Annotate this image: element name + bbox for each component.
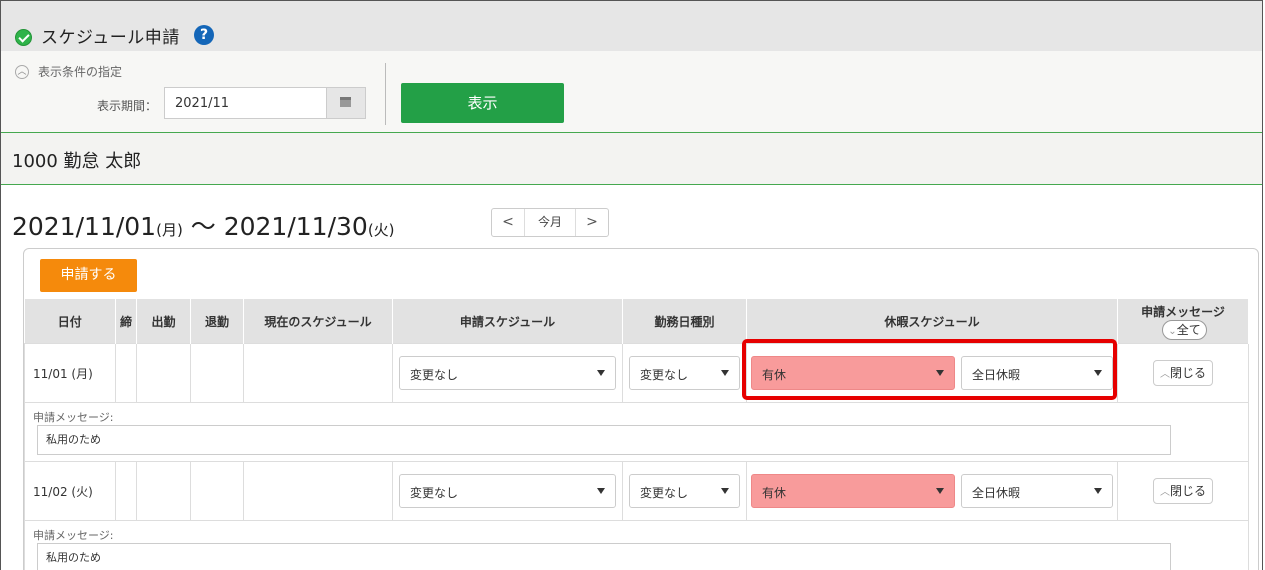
requested-schedule-select[interactable]: 変更なし bbox=[399, 474, 616, 508]
month-navigation: < 今月 > bbox=[491, 208, 609, 237]
leave-type-select[interactable]: 有休 bbox=[751, 474, 955, 508]
row-current-schedule-cell bbox=[243, 343, 393, 403]
close-message-button[interactable]: ︿閉じる bbox=[1152, 478, 1213, 504]
row-clock-in-cell bbox=[136, 461, 191, 521]
table-row: 11/02 (火) 変更なし 変更なし 有休 全日休暇 ︿閉じる bbox=[24, 461, 1249, 521]
row-date: 11/01 (月) bbox=[24, 343, 116, 403]
message-cell: 申請メッセージ:私用のため bbox=[24, 402, 1249, 462]
filter-panel: ︿ 表示条件の指定 表示期間： 2021/11 表示 bbox=[1, 51, 1262, 133]
dropdown-arrow-icon bbox=[936, 488, 944, 494]
row-message-cell: ︿閉じる bbox=[1117, 343, 1249, 403]
row-current-schedule-cell bbox=[243, 461, 393, 521]
col-date: 日付 bbox=[24, 299, 116, 344]
current-month-button[interactable]: 今月 bbox=[524, 209, 576, 236]
requested-schedule-value: 変更なし bbox=[410, 486, 459, 500]
col-requested-schedule: 申請スケジュール bbox=[392, 299, 623, 344]
col-message-label: 申請メッセージ bbox=[1141, 304, 1225, 319]
filter-toggle-label[interactable]: 表示条件の指定 bbox=[38, 63, 122, 80]
range-separator: 〜 bbox=[182, 212, 224, 241]
divider bbox=[385, 63, 386, 125]
row-clock-out-cell bbox=[190, 461, 244, 521]
day-type-value: 変更なし bbox=[640, 486, 689, 500]
calendar-button[interactable] bbox=[326, 88, 365, 118]
leave-span-select[interactable]: 全日休暇 bbox=[961, 474, 1113, 508]
employee-name: 1000 勤怠 太郎 bbox=[12, 151, 142, 172]
dropdown-arrow-icon bbox=[597, 370, 605, 376]
message-label: 申請メッセージ: bbox=[33, 411, 114, 424]
row-requested-cell: 変更なし bbox=[392, 461, 623, 521]
highlight-annotation-box bbox=[742, 339, 1117, 400]
range-end: 2021/11/30 bbox=[223, 212, 368, 241]
row-date: 11/02 (火) bbox=[24, 461, 116, 521]
period-label: 表示期間： bbox=[97, 99, 158, 113]
dropdown-arrow-icon bbox=[721, 370, 729, 376]
message-label: 申請メッセージ: bbox=[33, 529, 114, 542]
calendar-icon bbox=[340, 97, 351, 107]
schedule-panel: 申請する 日付 締 出勤 退勤 現在のスケジュール 申請スケジュール 勤務日種別… bbox=[23, 248, 1259, 570]
row-close-cell bbox=[115, 343, 137, 403]
message-cell: 申請メッセージ:私用のため bbox=[24, 520, 1249, 570]
col-leave-schedule: 休暇スケジュール bbox=[746, 299, 1118, 344]
expand-all-label: 全て bbox=[1176, 322, 1201, 337]
chevron-up-icon[interactable]: ︿ bbox=[15, 65, 29, 79]
title-bar: スケジュール申請 ? bbox=[1, 1, 1262, 51]
row-clock-out-cell bbox=[190, 343, 244, 403]
requested-schedule-value: 変更なし bbox=[410, 368, 459, 382]
day-type-select[interactable]: 変更なし bbox=[629, 356, 740, 390]
row-clock-in-cell bbox=[136, 343, 191, 403]
message-row: 申請メッセージ:私用のため bbox=[24, 520, 1249, 570]
row-message-cell: ︿閉じる bbox=[1117, 461, 1249, 521]
date-range-title: 2021/11/01(月) 〜 2021/11/30(火) bbox=[12, 207, 395, 243]
row-day-type-cell: 変更なし bbox=[622, 343, 747, 403]
close-message-button[interactable]: ︿閉じる bbox=[1152, 360, 1213, 386]
row-requested-cell: 変更なし bbox=[392, 343, 623, 403]
leave-type-value: 有休 bbox=[762, 486, 787, 500]
next-month-button[interactable]: > bbox=[576, 209, 608, 236]
app-frame: スケジュール申請 ? ︿ 表示条件の指定 表示期間： 2021/11 表示 10… bbox=[0, 0, 1263, 570]
table-header-row: 日付 締 出勤 退勤 現在のスケジュール 申請スケジュール 勤務日種別 休暇スケ… bbox=[24, 299, 1249, 344]
close-message-label: 閉じる bbox=[1169, 366, 1206, 380]
range-start-dow: (月) bbox=[156, 221, 183, 239]
requested-schedule-select[interactable]: 変更なし bbox=[399, 356, 616, 390]
prev-month-button[interactable]: < bbox=[492, 209, 524, 236]
col-current-schedule: 現在のスケジュール bbox=[243, 299, 393, 344]
dropdown-arrow-icon bbox=[1094, 488, 1102, 494]
col-day-type: 勤務日種別 bbox=[622, 299, 747, 344]
col-clock-out: 退勤 bbox=[190, 299, 244, 344]
range-end-dow: (火) bbox=[367, 221, 395, 239]
row-close-cell bbox=[115, 461, 137, 521]
message-input[interactable]: 私用のため bbox=[37, 425, 1171, 455]
close-message-label: 閉じる bbox=[1169, 484, 1206, 498]
apply-button[interactable]: 申請する bbox=[40, 259, 137, 292]
leave-span-value: 全日休暇 bbox=[972, 486, 1021, 500]
status-check-icon bbox=[15, 29, 32, 46]
page-title: スケジュール申請 bbox=[41, 28, 180, 48]
show-button[interactable]: 表示 bbox=[401, 83, 564, 123]
help-icon[interactable]: ? bbox=[194, 25, 214, 45]
expand-all-button[interactable]: ⌄全て bbox=[1162, 319, 1207, 340]
row-leave-cell: 有休 全日休暇 bbox=[746, 461, 1118, 521]
day-type-select[interactable]: 変更なし bbox=[629, 474, 740, 508]
message-row: 申請メッセージ:私用のため bbox=[24, 402, 1249, 462]
period-value: 2021/11 bbox=[175, 96, 230, 111]
message-input[interactable]: 私用のため bbox=[37, 543, 1171, 570]
col-clock-in: 出勤 bbox=[136, 299, 191, 344]
col-message: 申請メッセージ⌄全て bbox=[1117, 299, 1249, 344]
row-day-type-cell: 変更なし bbox=[622, 461, 747, 521]
range-start: 2021/11/01 bbox=[12, 212, 157, 241]
col-close: 締 bbox=[115, 299, 137, 344]
employee-bar: 1000 勤怠 太郎 bbox=[1, 133, 1262, 185]
dropdown-arrow-icon bbox=[597, 488, 605, 494]
dropdown-arrow-icon bbox=[721, 488, 729, 494]
day-type-value: 変更なし bbox=[640, 368, 689, 382]
period-input[interactable]: 2021/11 bbox=[164, 87, 366, 119]
